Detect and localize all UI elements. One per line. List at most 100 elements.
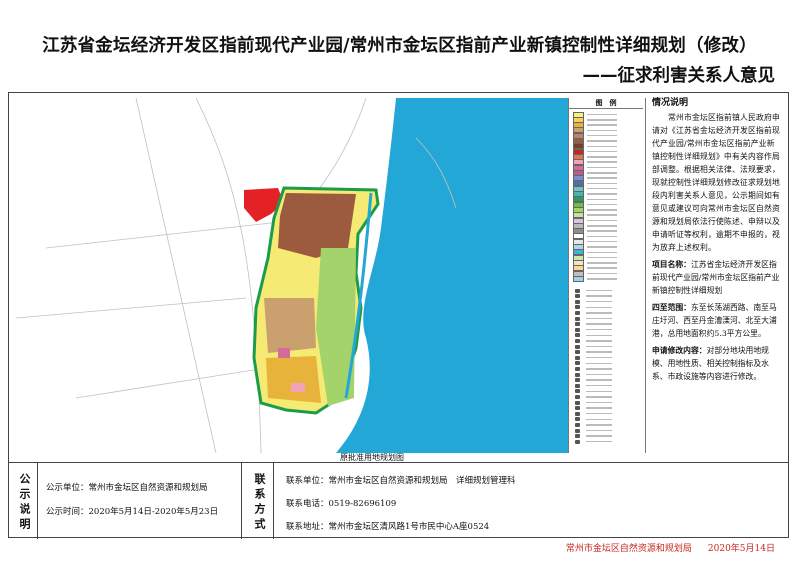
legend-symbol-icon bbox=[575, 428, 580, 433]
legend-label-line bbox=[586, 379, 612, 381]
legend-symbol-row bbox=[573, 439, 612, 444]
legend-label-line bbox=[587, 209, 617, 211]
legend-symbol-icon bbox=[575, 299, 580, 304]
explanation-header: 情况说明 bbox=[652, 98, 689, 108]
legend-label-line bbox=[587, 172, 617, 174]
footer-org: 常州市金坛区自然资源和规划局 bbox=[565, 544, 692, 554]
project-name: 项目名称：江苏省金坛经济开发区指前现代产业园/常州市金坛区指前产业新镇控制性详细… bbox=[652, 258, 780, 297]
legend-label-line bbox=[587, 272, 617, 275]
legend-color-swatch bbox=[573, 275, 584, 282]
legend-label-line bbox=[586, 373, 612, 376]
mixed-blocks bbox=[266, 356, 321, 403]
legend-symbol-icon bbox=[575, 355, 580, 360]
legend-label-line bbox=[586, 396, 612, 398]
map-canvas bbox=[16, 98, 568, 453]
legend-label-line bbox=[587, 246, 617, 248]
legend-symbol-row bbox=[573, 366, 612, 371]
legend-label-line bbox=[587, 251, 617, 254]
legend-symbol-row bbox=[573, 372, 612, 377]
legend-symbol-icon bbox=[575, 434, 580, 439]
legend-label-line bbox=[586, 384, 612, 387]
legend-label-line bbox=[587, 193, 617, 195]
legend-symbol-row bbox=[573, 288, 612, 293]
publicity-label-cell: 公示说明 bbox=[8, 463, 38, 539]
legend-label-line bbox=[586, 356, 612, 359]
legend-symbol-row bbox=[573, 305, 612, 310]
legend-symbol-icon bbox=[575, 411, 580, 416]
legend-label-line bbox=[586, 317, 612, 320]
legend-label-line bbox=[587, 262, 617, 264]
legend-symbol-icon bbox=[575, 378, 580, 383]
legend-label-line bbox=[586, 429, 612, 432]
publicity-info-bar: 公示说明 公示单位：常州市金坛区自然资源和规划局 公示时间：2020年5月14日… bbox=[8, 462, 789, 539]
legend-label-line bbox=[587, 134, 617, 137]
publicity-detail-cell: 公示单位：常州市金坛区自然资源和规划局 公示时间：2020年5月14日-2020… bbox=[38, 463, 242, 539]
legend-symbol-icon bbox=[575, 372, 580, 377]
legend-symbol-icon bbox=[575, 361, 580, 366]
legend-symbol-icon bbox=[575, 305, 580, 310]
legend-label-line bbox=[586, 295, 612, 297]
legend-label-line bbox=[587, 166, 617, 169]
legend-label-line bbox=[587, 198, 617, 201]
legend-symbol-row bbox=[573, 350, 612, 355]
legend-label-line bbox=[586, 300, 612, 303]
legend-label-line bbox=[586, 368, 612, 370]
contact-address: 联系地址：常州市金坛区清风路1号市民中心A座0524 bbox=[286, 522, 490, 532]
legend-label-line bbox=[587, 119, 617, 121]
legend-symbol-row bbox=[573, 383, 612, 388]
legend-symbol-row bbox=[573, 333, 612, 338]
legend-label-line bbox=[586, 424, 612, 426]
legend-symbol-icon bbox=[575, 294, 580, 299]
legend-label-line bbox=[587, 278, 617, 280]
footer-date: 2020年5月14日 bbox=[707, 544, 775, 554]
legend-symbol-row bbox=[573, 417, 612, 422]
legend-symbol-row bbox=[573, 394, 612, 399]
legend-swatch-row bbox=[573, 275, 617, 282]
legend-label-line bbox=[587, 161, 617, 163]
land-use-map bbox=[16, 98, 642, 453]
legend-label-line bbox=[586, 345, 612, 348]
legend-label-line bbox=[587, 145, 617, 148]
legend-symbol-row bbox=[573, 338, 612, 343]
lake-area bbox=[336, 98, 568, 453]
contact-label-cell: 联系方式 bbox=[242, 463, 274, 539]
legend-label-line bbox=[586, 440, 612, 443]
legend-symbol-row bbox=[573, 355, 612, 360]
project-name-label: 项目名称： bbox=[652, 260, 691, 269]
legend-symbol-icon bbox=[575, 327, 580, 332]
legend-symbol-icon bbox=[575, 417, 580, 422]
legend-symbol-row bbox=[573, 327, 612, 332]
legend-label-line bbox=[587, 124, 617, 126]
contact-phone: 联系电话：0519-82696109 bbox=[286, 499, 397, 509]
legend-label-line bbox=[587, 235, 617, 238]
legend-symbol-row bbox=[573, 344, 612, 349]
legend-symbol-icon bbox=[575, 394, 580, 399]
legend-symbol-icon bbox=[575, 322, 580, 327]
legend-label-line bbox=[586, 340, 612, 342]
legend-label-line bbox=[586, 401, 612, 404]
legend-symbol-row bbox=[573, 400, 612, 405]
legend-symbol-icon bbox=[575, 439, 580, 444]
legend-label-line bbox=[587, 203, 617, 206]
explanation-panel: 情况说明 常州市金坛区指前镇人民政府申请对《江苏省金坛经济开发区指前现代产业园/… bbox=[645, 98, 786, 453]
legend-label-line bbox=[587, 267, 617, 269]
legend-label-line bbox=[586, 362, 612, 365]
publicity-unit: 公示单位：常州市金坛区自然资源和规划局 bbox=[46, 483, 208, 493]
legend-label-line bbox=[587, 182, 617, 185]
publicity-label: 公示说明 bbox=[18, 473, 31, 533]
industrial-blocks bbox=[264, 298, 316, 353]
legend-label-line bbox=[586, 351, 612, 353]
legend-symbol-row bbox=[573, 361, 612, 366]
publicity-time: 公示时间：2020年5月14日-2020年5月23日 bbox=[46, 507, 219, 517]
legend-symbol-icon bbox=[575, 366, 580, 371]
school-block bbox=[291, 383, 305, 392]
legend-label-line bbox=[587, 187, 617, 190]
site-boundary-label: 四至范围： bbox=[652, 303, 691, 312]
legend-label-line bbox=[587, 230, 617, 232]
legend-label-line bbox=[587, 140, 617, 142]
legend-label-line bbox=[586, 407, 612, 409]
legend-label-line bbox=[586, 323, 612, 325]
legend-symbol-icon bbox=[575, 383, 580, 388]
public-facility-block bbox=[278, 348, 290, 358]
legend-symbol-row bbox=[573, 406, 612, 411]
